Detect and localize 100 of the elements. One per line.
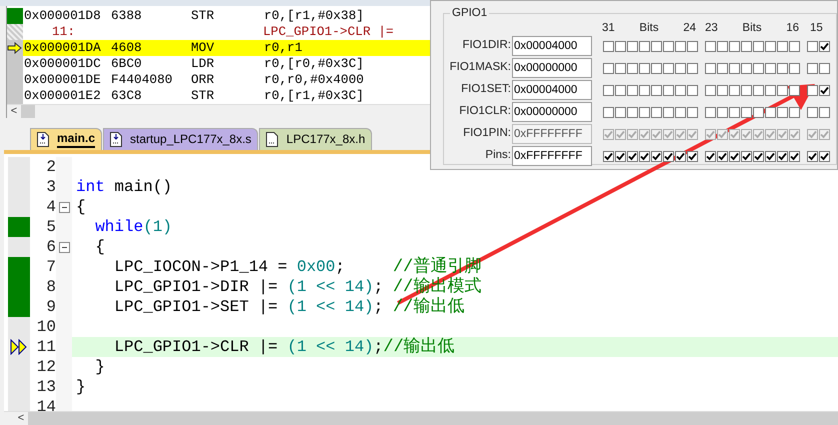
- bit-checkbox[interactable]: [717, 150, 728, 162]
- bit-checkbox[interactable]: [819, 40, 830, 52]
- bit-checkbox[interactable]: [687, 40, 698, 52]
- bit-checkbox[interactable]: [603, 84, 614, 96]
- bit-checkbox[interactable]: [789, 150, 800, 162]
- bit-checkbox[interactable]: [687, 150, 698, 162]
- bit-checkbox[interactable]: [753, 150, 764, 162]
- scroll-left-button[interactable]: <: [14, 412, 28, 425]
- disassembly-source-row[interactable]: 11: LPC_GPIO1->CLR |=: [23, 24, 430, 40]
- file-tab[interactable]: LPC177x_8x.h: [259, 128, 372, 150]
- bit-checkbox[interactable]: [819, 84, 830, 96]
- bit-checkbox[interactable]: [627, 40, 638, 52]
- file-tab[interactable]: main.c: [30, 128, 102, 150]
- bit-checkbox[interactable]: [717, 106, 728, 118]
- bit-checkbox[interactable]: [675, 106, 686, 118]
- bit-checkbox[interactable]: [705, 106, 716, 118]
- scrollbar-thumb[interactable]: [28, 412, 838, 425]
- bit-checkbox[interactable]: [753, 84, 764, 96]
- bit-checkbox[interactable]: [741, 40, 752, 52]
- bit-checkbox[interactable]: [603, 150, 614, 162]
- bit-checkbox[interactable]: [789, 40, 800, 52]
- bit-checkbox[interactable]: [651, 62, 662, 74]
- register-value-field[interactable]: 0x00004000: [512, 36, 592, 56]
- disassembly-row[interactable]: 0x000001DA 4608 MOV r0,r1: [23, 40, 430, 56]
- bit-checkbox[interactable]: [741, 62, 752, 74]
- file-tab[interactable]: startup_LPC177x_8x.s: [103, 128, 258, 150]
- bit-checkbox[interactable]: [753, 40, 764, 52]
- bit-checkbox[interactable]: [777, 40, 788, 52]
- bit-checkbox[interactable]: [807, 106, 818, 118]
- bit-checkbox[interactable]: [717, 84, 728, 96]
- bit-checkbox[interactable]: [741, 106, 752, 118]
- bit-checkbox[interactable]: [753, 106, 764, 118]
- bit-checkbox[interactable]: [663, 106, 674, 118]
- bit-checkbox[interactable]: [819, 150, 830, 162]
- register-value-field[interactable]: 0xFFFFFFFF: [512, 146, 592, 166]
- bit-checkbox[interactable]: [741, 84, 752, 96]
- bit-checkbox[interactable]: [819, 62, 830, 74]
- bit-checkbox[interactable]: [765, 84, 776, 96]
- disassembly-row[interactable]: 0x000001D8 6388 STR r0,[r1,#0x38]: [23, 8, 430, 24]
- bit-checkbox[interactable]: [729, 62, 740, 74]
- bit-checkbox[interactable]: [651, 106, 662, 118]
- bit-checkbox[interactable]: [651, 40, 662, 52]
- bit-checkbox[interactable]: [807, 40, 818, 52]
- bit-checkbox[interactable]: [639, 150, 650, 162]
- bit-checkbox[interactable]: [789, 62, 800, 74]
- bit-checkbox[interactable]: [663, 40, 674, 52]
- bit-checkbox[interactable]: [777, 150, 788, 162]
- bit-checkbox[interactable]: [639, 40, 650, 52]
- bit-checkbox[interactable]: [789, 106, 800, 118]
- bit-checkbox[interactable]: [615, 106, 626, 118]
- bit-checkbox[interactable]: [663, 62, 674, 74]
- bit-checkbox[interactable]: [603, 62, 614, 74]
- bit-checkbox[interactable]: [705, 40, 716, 52]
- bit-checkbox[interactable]: [627, 106, 638, 118]
- bit-checkbox[interactable]: [765, 40, 776, 52]
- bit-checkbox[interactable]: [777, 106, 788, 118]
- scrollbar-thumb[interactable]: [21, 105, 35, 118]
- bit-checkbox[interactable]: [651, 150, 662, 162]
- bit-checkbox[interactable]: [615, 150, 626, 162]
- bit-checkbox[interactable]: [639, 84, 650, 96]
- bit-checkbox[interactable]: [807, 84, 818, 96]
- bit-checkbox[interactable]: [627, 150, 638, 162]
- bit-checkbox[interactable]: [615, 62, 626, 74]
- bit-checkbox[interactable]: [729, 106, 740, 118]
- bit-checkbox[interactable]: [627, 84, 638, 96]
- bit-checkbox[interactable]: [687, 106, 698, 118]
- bit-checkbox[interactable]: [627, 62, 638, 74]
- bit-checkbox[interactable]: [765, 106, 776, 118]
- bit-checkbox[interactable]: [705, 84, 716, 96]
- bit-checkbox[interactable]: [705, 150, 716, 162]
- bit-checkbox[interactable]: [807, 62, 818, 74]
- scroll-left-button[interactable]: <: [7, 105, 21, 118]
- bit-checkbox[interactable]: [639, 62, 650, 74]
- bit-checkbox[interactable]: [765, 62, 776, 74]
- bit-checkbox[interactable]: [777, 62, 788, 74]
- bit-checkbox[interactable]: [717, 40, 728, 52]
- bit-checkbox[interactable]: [819, 106, 830, 118]
- bit-checkbox[interactable]: [705, 62, 716, 74]
- bit-checkbox[interactable]: [651, 84, 662, 96]
- register-value-field[interactable]: 0x00000000: [512, 102, 592, 122]
- bit-checkbox[interactable]: [687, 84, 698, 96]
- bit-checkbox[interactable]: [675, 62, 686, 74]
- bit-checkbox[interactable]: [687, 62, 698, 74]
- bit-checkbox[interactable]: [729, 84, 740, 96]
- bit-checkbox[interactable]: [717, 62, 728, 74]
- bit-checkbox[interactable]: [777, 84, 788, 96]
- bit-checkbox[interactable]: [753, 62, 764, 74]
- bit-checkbox[interactable]: [729, 40, 740, 52]
- bit-checkbox[interactable]: [729, 150, 740, 162]
- register-value-field[interactable]: 0x00004000: [512, 80, 592, 100]
- collapse-icon[interactable]: [58, 242, 70, 252]
- bit-checkbox[interactable]: [663, 150, 674, 162]
- bit-checkbox[interactable]: [807, 150, 818, 162]
- bit-checkbox[interactable]: [615, 84, 626, 96]
- disassembly-row[interactable]: 0x000001E2 63C8 STR r0,[r1,#0x3C]: [23, 88, 430, 104]
- bit-checkbox[interactable]: [663, 84, 674, 96]
- collapse-icon[interactable]: [58, 202, 70, 212]
- bit-checkbox[interactable]: [741, 150, 752, 162]
- bit-checkbox[interactable]: [603, 106, 614, 118]
- bit-checkbox[interactable]: [603, 40, 614, 52]
